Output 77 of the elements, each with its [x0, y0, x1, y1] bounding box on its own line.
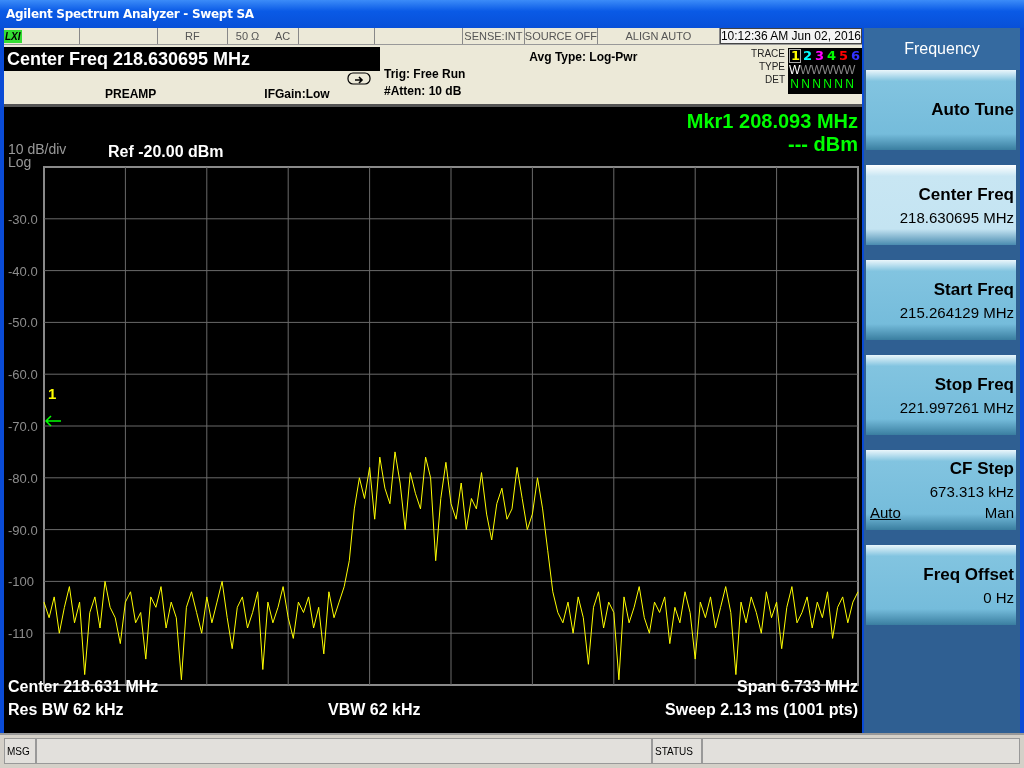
- status-cell: RF: [157, 28, 228, 44]
- y-axis-label: -100: [8, 574, 35, 590]
- softkey-label: CF Step: [949, 459, 1014, 479]
- trace-type: W: [822, 64, 833, 76]
- average-type-label: Avg Type: Log-Pwr: [529, 50, 639, 66]
- trace-selector[interactable]: 4: [825, 49, 837, 63]
- detector-type: N: [811, 78, 822, 90]
- softkey-value: 215.264129 MHz: [899, 303, 1014, 321]
- marker-arrow-icon: [44, 415, 62, 427]
- trace-selector[interactable]: 2: [801, 49, 813, 63]
- softkey-label: Start Freq: [933, 279, 1014, 300]
- softkey-value: 221.997261 MHz: [899, 398, 1014, 416]
- y-axis-label: -50.0: [8, 315, 38, 331]
- detector-type: N: [833, 78, 844, 90]
- marker-value: --- dBm: [788, 133, 858, 156]
- active-function-readout: Center Freq 218.630695 MHz: [4, 47, 380, 71]
- softkey-button[interactable]: Center Freq 218.630695 MHz: [866, 165, 1016, 245]
- detector-type: N: [822, 78, 833, 90]
- trigger-label: Trig: Free Run: [384, 67, 466, 81]
- softkey-button[interactable]: Freq Offset 0 Hz: [866, 545, 1016, 625]
- detector-type: N: [844, 78, 855, 90]
- status-cell: ALIGN AUTO: [597, 28, 720, 44]
- trace-type: W: [844, 64, 855, 76]
- lxi-logo: LXI: [4, 29, 22, 43]
- y-axis-label: -80.0: [8, 470, 38, 486]
- y-axis-label: -60.0: [8, 367, 38, 383]
- status-cell: SENSE:INT: [462, 28, 525, 44]
- scale-label: 10 dB/div: [8, 143, 68, 156]
- trace-table-label: TYPE: [758, 61, 785, 72]
- video-bandwidth: VBW 62 kHz: [328, 700, 422, 720]
- toggle-option[interactable]: Man: [984, 504, 1014, 521]
- softkey-label: Stop Freq: [934, 374, 1014, 395]
- trace-type: W: [811, 64, 822, 76]
- ifgain-label: IFGain:Low: [264, 87, 330, 101]
- trace-table-label: TRACE: [751, 48, 785, 59]
- status-text: AC: [274, 30, 291, 42]
- y-axis-label: -110: [8, 626, 34, 642]
- softkey-value: 673.313 kHz: [929, 483, 1014, 500]
- trace-type: W: [800, 64, 811, 76]
- y-axis-label: -40.0: [8, 263, 38, 279]
- softkey-label: Center Freq: [918, 184, 1014, 205]
- trace-selector[interactable]: 1: [789, 49, 801, 63]
- attenuation-label: #Atten: 10 dB: [384, 84, 463, 98]
- trace-selector[interactable]: 5: [837, 49, 849, 63]
- softkey-button[interactable]: Auto Tune: [866, 70, 1016, 150]
- reference-level: Ref -20.00 dBm: [108, 143, 224, 161]
- trace-type: W: [789, 64, 800, 76]
- preamp-label: PREAMP: [105, 87, 157, 101]
- y-axis-label: -90.0: [8, 522, 38, 538]
- trace-selector[interactable]: 3: [813, 49, 825, 63]
- menu-title: Frequency: [864, 28, 1020, 70]
- softkey-button[interactable]: CF Step 673.313 kHz Auto Man: [866, 450, 1016, 530]
- detector-type: N: [800, 78, 811, 90]
- status-text: 50 Ω: [235, 30, 260, 42]
- softkey-label: Freq Offset: [923, 564, 1014, 585]
- softkey-button[interactable]: Start Freq 215.264129 MHz: [866, 260, 1016, 340]
- y-axis-label: -30.0: [8, 211, 38, 227]
- y-axis-label: -70.0: [8, 419, 38, 434]
- status-label: STATUS: [652, 738, 702, 764]
- window-title: Agilent Spectrum Analyzer - Swept SA: [6, 7, 254, 21]
- softkey-button[interactable]: Stop Freq 221.997261 MHz: [866, 355, 1016, 435]
- sweep-readout: Sweep 2.13 ms (1001 pts): [665, 700, 858, 720]
- trace-table-label: DET: [765, 74, 785, 85]
- clock-text: 10:12:36 AM Jun 02, 2016: [719, 28, 862, 44]
- softkey-value: 0 Hz: [983, 588, 1014, 606]
- marker-number: 1: [48, 385, 57, 402]
- softkey-value: 218.630695 MHz: [899, 208, 1014, 226]
- detector-type: N: [789, 78, 800, 90]
- scale-type-label: Log: [8, 156, 33, 169]
- trace-type: W: [833, 64, 844, 76]
- resolution-bandwidth: Res BW 62 kHz: [8, 700, 125, 720]
- toggle-option[interactable]: Auto: [870, 504, 901, 521]
- message-label: MSG: [4, 738, 36, 764]
- span-readout: Span 6.733 MHz: [737, 677, 858, 697]
- center-frequency: Center 218.631 MHz: [8, 677, 159, 697]
- status-cell: SOURCE OFF: [524, 28, 598, 44]
- marker-readout: Mkr1 208.093 MHz: [686, 110, 858, 133]
